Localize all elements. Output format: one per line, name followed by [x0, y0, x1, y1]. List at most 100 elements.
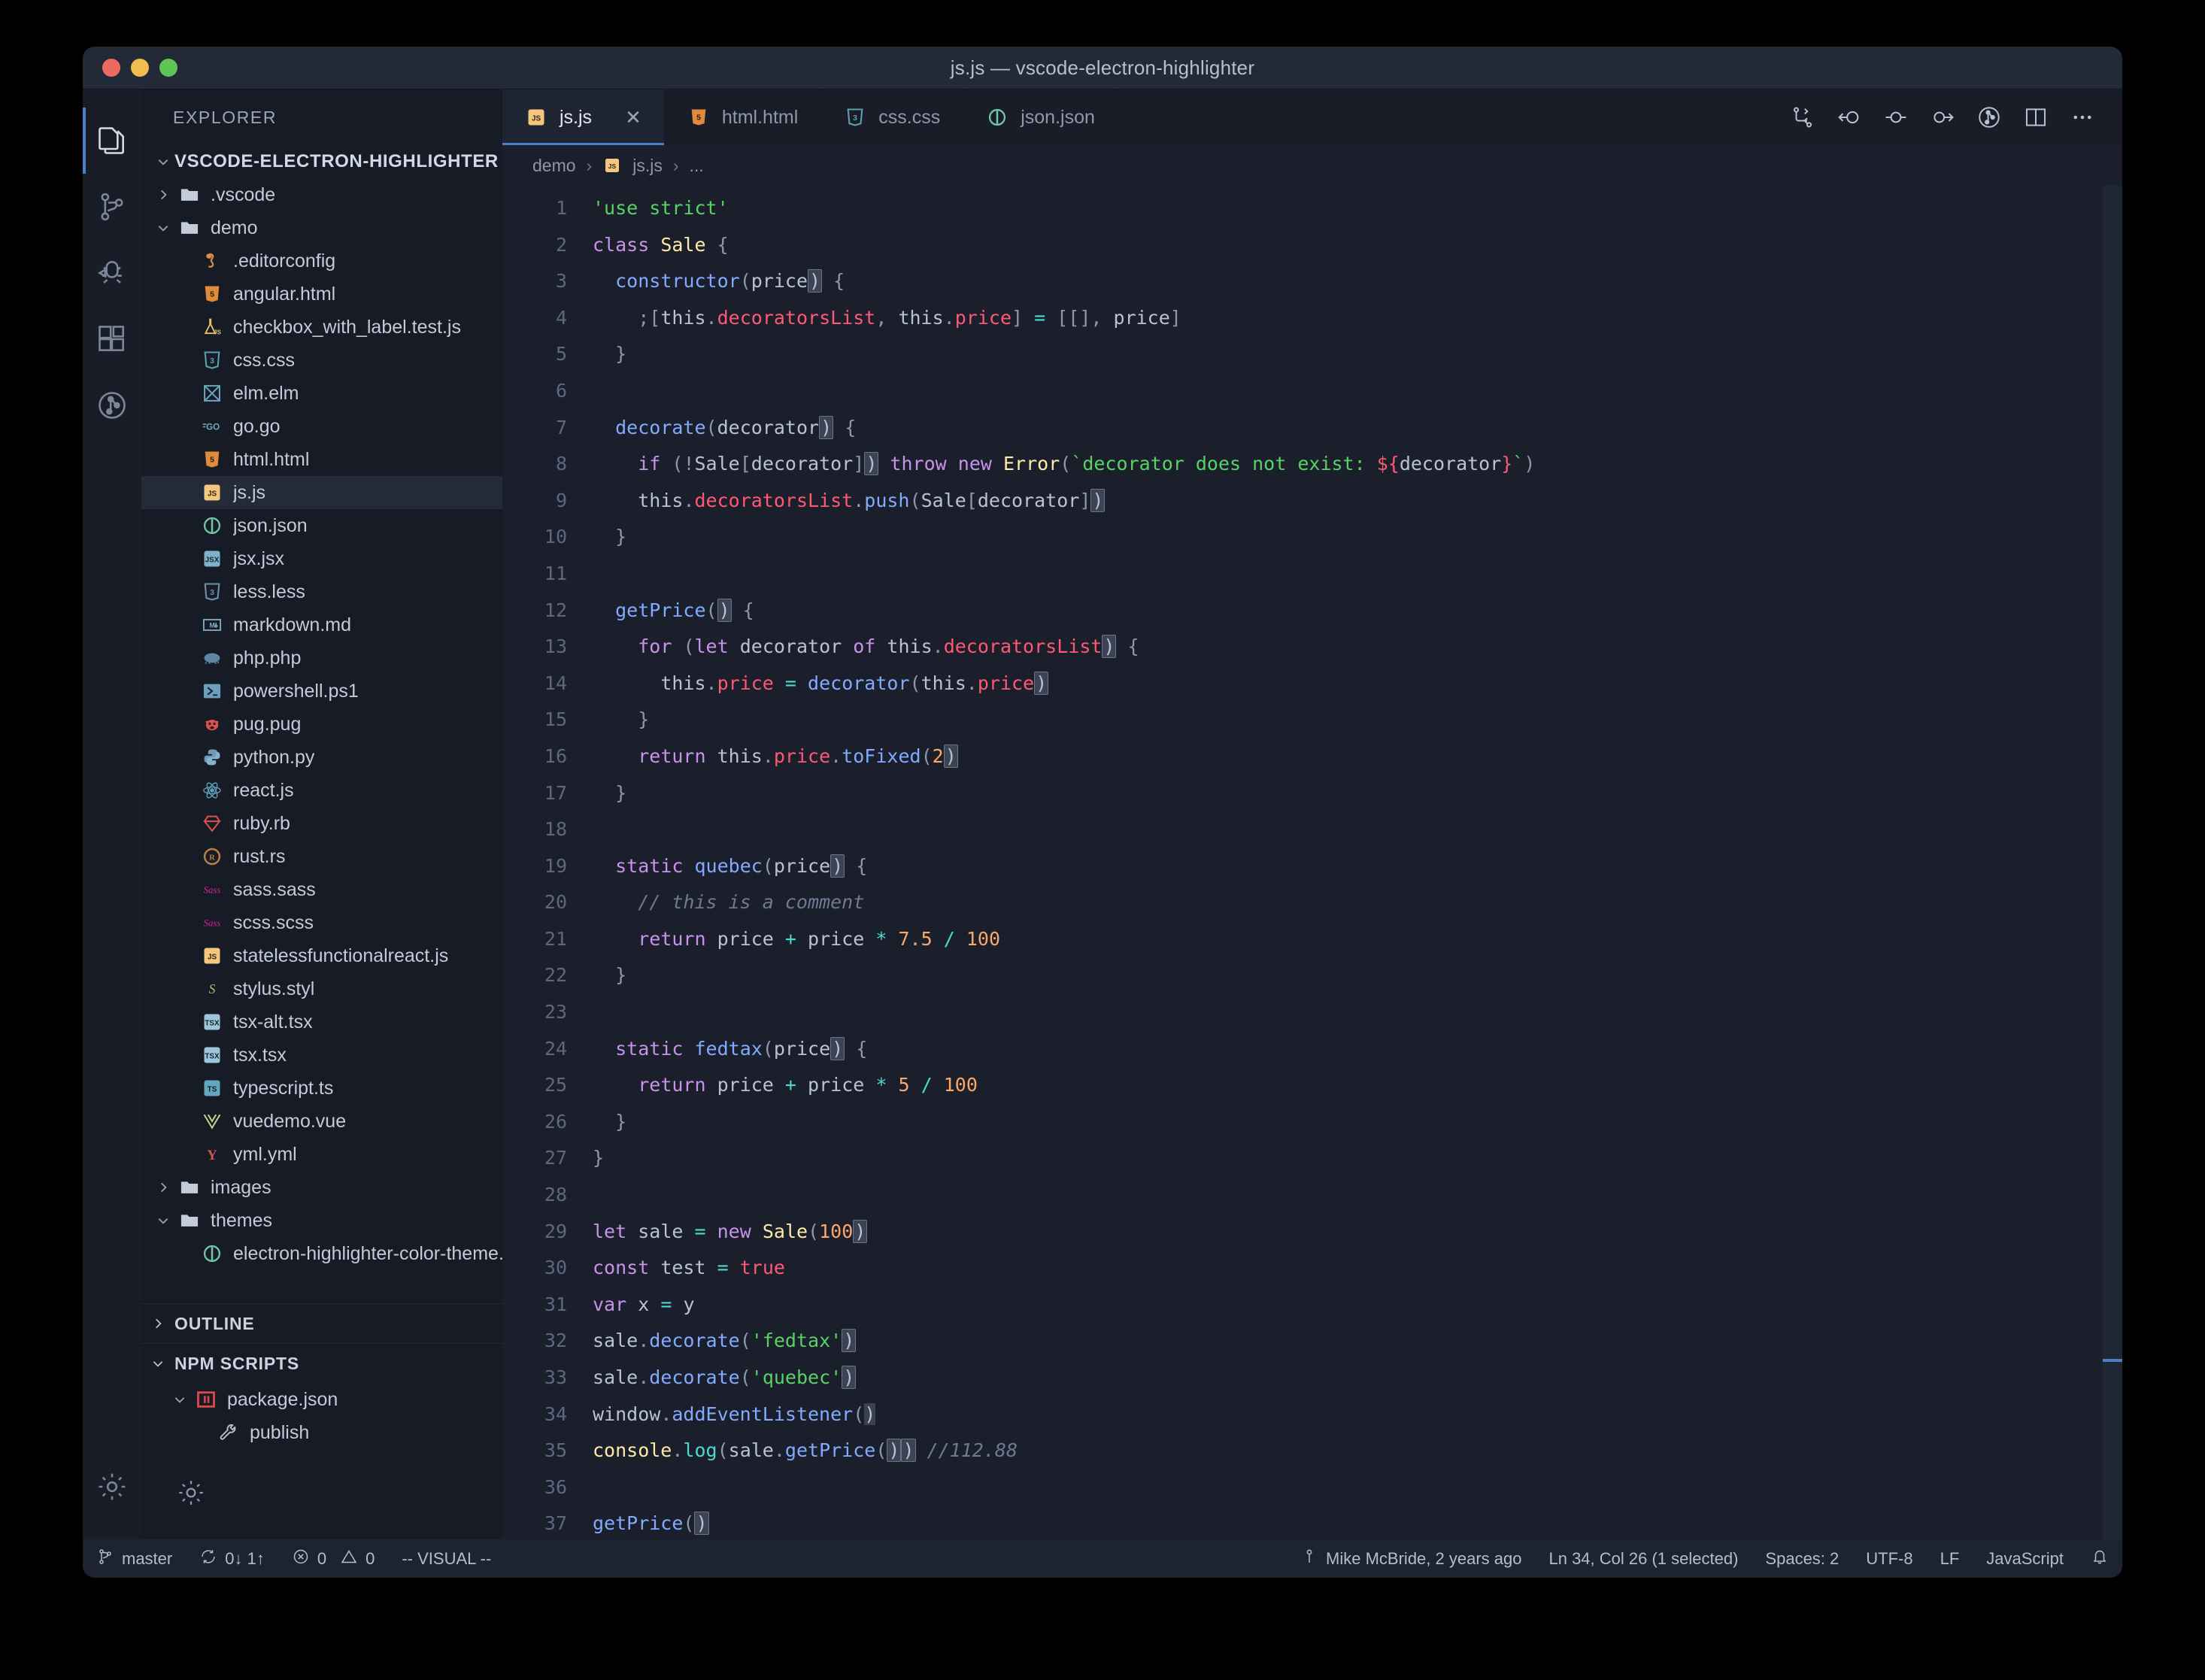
code-line[interactable]: 25 return price + price * 5 / 100: [502, 1067, 2122, 1104]
code-line[interactable]: 31 var x = y: [502, 1287, 2122, 1324]
breadcrumb-part[interactable]: js.js: [632, 156, 663, 176]
code-line[interactable]: 11: [502, 556, 2122, 593]
code-line[interactable]: 33 sale.decorate('quebec'): [502, 1360, 2122, 1396]
code-line[interactable]: 30 const test = true: [502, 1250, 2122, 1287]
code-line[interactable]: 8 if (!Sale[decorator]) throw new Error(…: [502, 446, 2122, 483]
activity-manage-settings[interactable]: [83, 1454, 141, 1520]
tree-item-checkbox-with-label-test-js[interactable]: JS checkbox_with_label.test.js: [141, 311, 502, 344]
tree-item-json-json[interactable]: json.json: [141, 509, 502, 542]
split-editor-icon[interactable]: [2012, 89, 2059, 145]
code-line[interactable]: 6: [502, 373, 2122, 410]
tree-root[interactable]: VSCODE-ELECTRON-HIGHLIGHTER: [141, 145, 502, 178]
tree-item-less-less[interactable]: 3 less.less: [141, 575, 502, 608]
tree-item-elm-elm[interactable]: elm.elm: [141, 377, 502, 410]
code-line[interactable]: 21 return price + price * 7.5 / 100: [502, 921, 2122, 958]
status-language-mode[interactable]: JavaScript: [1973, 1539, 2077, 1578]
code-line[interactable]: 37 getPrice(): [502, 1506, 2122, 1539]
section-npm-scripts[interactable]: NPM SCRIPTS: [141, 1343, 502, 1383]
npm-package-json[interactable]: package.json: [141, 1383, 502, 1416]
tree-item-pug-pug[interactable]: pug.pug: [141, 708, 502, 741]
status-cursor-position[interactable]: Ln 34, Col 26 (1 selected): [1535, 1539, 1752, 1578]
code-line[interactable]: 29 let sale = new Sale(100): [502, 1214, 2122, 1251]
code-line[interactable]: 22 }: [502, 957, 2122, 994]
tab-js-js[interactable]: JS js.js ✕: [502, 89, 665, 145]
code-line[interactable]: 16 return this.price.toFixed(2): [502, 738, 2122, 775]
tab-css-css[interactable]: 3 css.css: [821, 89, 964, 145]
code-line[interactable]: 10 }: [502, 519, 2122, 556]
tree-item-typescript-ts[interactable]: TS typescript.ts: [141, 1072, 502, 1105]
breadcrumb-part[interactable]: ...: [690, 156, 704, 176]
code-line[interactable]: 34 window.addEventListener(): [502, 1396, 2122, 1433]
code-line[interactable]: 1 'use strict': [502, 190, 2122, 227]
breadcrumb-part[interactable]: demo: [532, 156, 576, 176]
tree-item-demo[interactable]: demo: [141, 211, 502, 244]
code-line[interactable]: 35 console.log(sale.getPrice()) //112.88: [502, 1433, 2122, 1469]
section-outline[interactable]: OUTLINE: [141, 1303, 502, 1343]
tree-item-scss-scss[interactable]: Sass scss.scss: [141, 906, 502, 939]
code-line[interactable]: 15 }: [502, 702, 2122, 738]
circle-arrow-right-icon[interactable]: [1919, 89, 1966, 145]
tree-item-tsx-tsx[interactable]: TSX tsx.tsx: [141, 1039, 502, 1072]
code-line[interactable]: 14 this.price = decorator(this.price): [502, 666, 2122, 702]
tree-item-tsx-alt-tsx[interactable]: TSX tsx-alt.tsx: [141, 1005, 502, 1039]
branch-actions-icon[interactable]: [1779, 89, 1826, 145]
code-line[interactable]: 27}: [502, 1140, 2122, 1177]
ellipsis-icon[interactable]: [2059, 89, 2106, 145]
code-line[interactable]: 19 static quebec(price) {: [502, 848, 2122, 885]
status-branch[interactable]: master: [83, 1539, 186, 1578]
status-eol[interactable]: LF: [1927, 1539, 1973, 1578]
activity-explorer[interactable]: [83, 108, 141, 174]
code-line[interactable]: 2 class Sale {: [502, 227, 2122, 264]
code-line[interactable]: 5 }: [502, 336, 2122, 373]
tree-item-statelessfunctionalreact-js[interactable]: JS statelessfunctionalreact.js: [141, 939, 502, 972]
tree-item-electron-highlighter-color-theme-j[interactable]: electron-highlighter-color-theme.j: [141, 1237, 502, 1270]
zoom-window-button[interactable]: [159, 59, 177, 77]
npm-script-publish[interactable]: publish: [141, 1416, 502, 1449]
tree-item-ruby-rb[interactable]: ruby.rb: [141, 807, 502, 840]
tree-item-stylus-styl[interactable]: Sstylus.styl: [141, 972, 502, 1005]
code-line[interactable]: 3 constructor(price) {: [502, 263, 2122, 300]
gear-icon[interactable]: [176, 1478, 206, 1512]
code-line[interactable]: 20 // this is a comment: [502, 884, 2122, 921]
tree-item-react-js[interactable]: react.js: [141, 774, 502, 807]
tree-item-js-js[interactable]: JS js.js: [141, 476, 502, 509]
code-line[interactable]: 18: [502, 811, 2122, 848]
tab-json-json[interactable]: json.json: [963, 89, 1118, 145]
tab-html-html[interactable]: 5 html.html: [664, 89, 822, 145]
tree-item-python-py[interactable]: python.py: [141, 741, 502, 774]
status-indentation[interactable]: Spaces: 2: [1752, 1539, 1852, 1578]
activity-timeline[interactable]: [83, 372, 141, 438]
status-encoding[interactable]: UTF-8: [1852, 1539, 1926, 1578]
circle-dash-icon[interactable]: [1873, 89, 1919, 145]
code-line[interactable]: 9 this.decoratorsList.push(Sale[decorato…: [502, 483, 2122, 520]
status-git-blame[interactable]: Mike McBride, 2 years ago: [1287, 1539, 1535, 1578]
status-sync[interactable]: 0↓ 1↑: [186, 1539, 278, 1578]
close-window-button[interactable]: [102, 59, 120, 77]
tree-item--editorconfig[interactable]: .editorconfig: [141, 244, 502, 277]
code-line[interactable]: 13 for (let decorator of this.decorators…: [502, 629, 2122, 666]
status-problems[interactable]: 0 0: [278, 1539, 389, 1578]
tree-item-css-css[interactable]: 3 css.css: [141, 344, 502, 377]
close-icon[interactable]: ✕: [625, 108, 641, 127]
tree-item--vscode[interactable]: .vscode: [141, 178, 502, 211]
code-line[interactable]: 24 static fedtax(price) {: [502, 1031, 2122, 1068]
tree-item-html-html[interactable]: 5 html.html: [141, 443, 502, 476]
tree-item-powershell-ps1[interactable]: powershell.ps1: [141, 675, 502, 708]
tree-item-themes[interactable]: themes: [141, 1204, 502, 1237]
tree-item-vuedemo-vue[interactable]: vuedemo.vue: [141, 1105, 502, 1138]
editor-scrollbar[interactable]: [2103, 186, 2122, 1539]
tree-item-yml-yml[interactable]: Yyml.yml: [141, 1138, 502, 1171]
code-line[interactable]: 4 ;[this.decoratorsList, this.price] = […: [502, 300, 2122, 337]
code-line[interactable]: 23: [502, 994, 2122, 1031]
breadcrumb[interactable]: demo › JS js.js ›...: [502, 145, 2122, 186]
tree-item-sass-sass[interactable]: Sass sass.sass: [141, 873, 502, 906]
code-line[interactable]: 7 decorate(decorator) {: [502, 410, 2122, 447]
code-line[interactable]: 32 sale.decorate('fedtax'): [502, 1323, 2122, 1360]
code-editor[interactable]: 1 'use strict' 2 class Sale {3 constructor(…: [502, 186, 2122, 1539]
code-line[interactable]: 26 }: [502, 1104, 2122, 1141]
minimize-window-button[interactable]: [131, 59, 149, 77]
tree-item-angular-html[interactable]: 5 angular.html: [141, 277, 502, 311]
activity-run-and-debug[interactable]: [83, 240, 141, 306]
tree-item-go-go[interactable]: GO go.go: [141, 410, 502, 443]
code-line[interactable]: 36: [502, 1469, 2122, 1506]
